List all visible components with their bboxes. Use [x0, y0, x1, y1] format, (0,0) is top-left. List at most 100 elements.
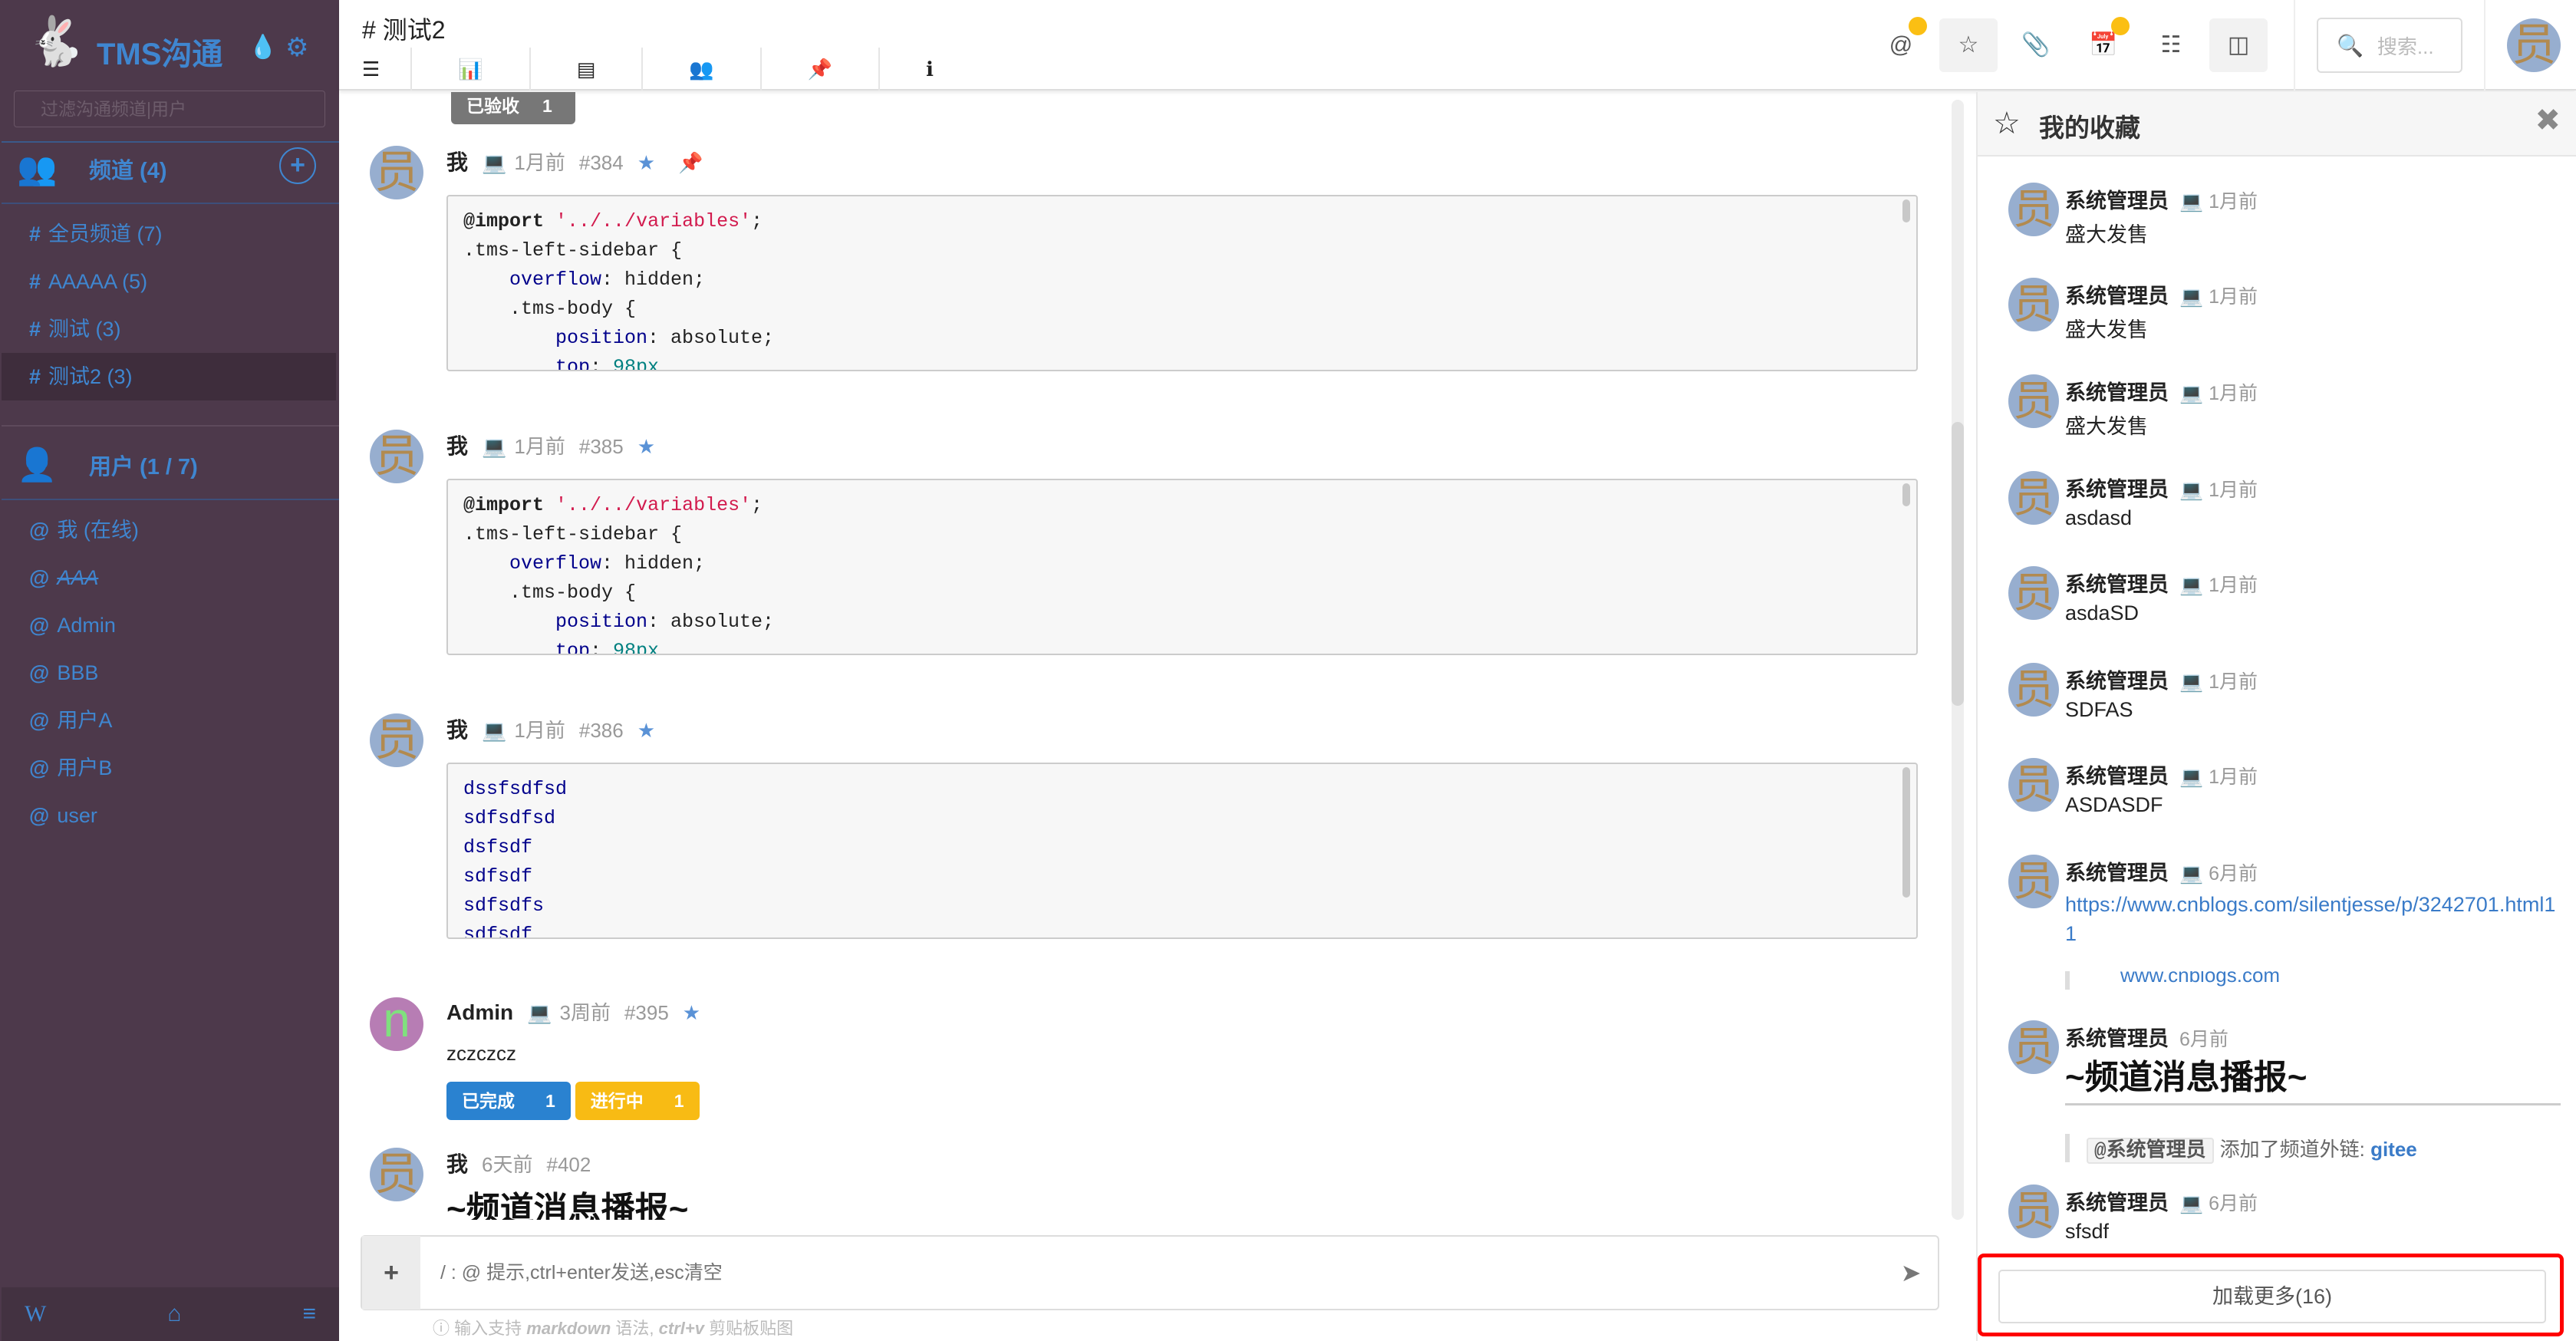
avatar[interactable]: 员: [2008, 278, 2059, 331]
laptop-icon: 💻: [482, 719, 507, 742]
favorites-panel: ☆ 我的收藏 ✖ 员系统管理员 💻 1月前 盛大发售 员系统管理员 💻 1月前 盛大发售…: [1976, 92, 2576, 1341]
laptop-icon: 💻: [2179, 479, 2209, 501]
search-input[interactable]: 🔍 搜索...: [2317, 18, 2462, 73]
members-icon[interactable]: 👥: [643, 48, 762, 91]
users-group-icon: 👥: [17, 150, 58, 186]
message-list: 已验收 1 员 我 💻 1月前 #384 ★ 📌 @import '../../variab…: [339, 92, 1964, 1220]
user-item[interactable]: @ 用户B: [2, 744, 336, 792]
divider: [2, 203, 339, 204]
home-icon[interactable]: ⌂: [167, 1301, 181, 1327]
avatar[interactable]: 员: [2008, 855, 2059, 908]
laptop-icon: 💻: [2179, 766, 2209, 788]
user-item[interactable]: @ 我 (在线): [2, 506, 336, 554]
user-avatar[interactable]: 员: [2507, 18, 2561, 72]
menu-icon[interactable]: ☰: [353, 48, 413, 91]
message-text: zczczcz: [446, 1042, 516, 1065]
notification-dot: [2111, 17, 2130, 35]
user-item[interactable]: @ 用户A: [2, 697, 336, 744]
user-item[interactable]: @ Admin: [2, 601, 336, 649]
close-icon[interactable]: ✖: [2535, 103, 2561, 138]
avatar[interactable]: 员: [2008, 183, 2059, 236]
avatar[interactable]: 员: [370, 1148, 423, 1201]
laptop-icon: 💻: [2179, 191, 2209, 213]
star-filled-icon[interactable]: ★: [683, 1001, 700, 1024]
users-section-header[interactable]: 👤 用户 (1 / 7): [0, 434, 339, 496]
list-button[interactable]: ☷: [2142, 18, 2200, 72]
left-sidebar: 🐇 TMS沟通 💧 ⚙ 过滤沟通频道|用户 👥 频道 (4) + # 全员频道 (…: [0, 0, 339, 1341]
composer-hint: ⓘ 输入支持 markdown 语法, ctrl+v 剪贴板贴图: [433, 1319, 794, 1338]
link-preview[interactable]: www.cnblogs.com: [2065, 971, 2556, 990]
message-scrollbar[interactable]: [1952, 100, 1964, 1220]
scrollbar-thumb[interactable]: [1952, 422, 1964, 706]
sidebar-footer: W ⌂ ≡: [2, 1287, 339, 1341]
attachments-button[interactable]: 📎: [2007, 18, 2065, 72]
paperclip-icon: 📎: [2021, 32, 2051, 58]
info-icon[interactable]: ℹ: [880, 48, 980, 91]
at-icon: @: [1889, 32, 1913, 58]
scrollbar[interactable]: [1902, 483, 1910, 506]
add-channel-button[interactable]: +: [279, 147, 316, 184]
channel-item[interactable]: # 测试 (3): [2, 305, 336, 353]
avatar[interactable]: 员: [370, 430, 423, 483]
load-more-button[interactable]: 加载更多(16): [1998, 1270, 2546, 1323]
header-actions: @ ☆ 📎 📅 ☷ ◫ 🔍 搜索... 员: [1867, 0, 2576, 91]
favorites-title: 我的收藏: [2039, 114, 2140, 142]
channel-item[interactable]: # 全员频道 (7): [2, 210, 336, 258]
laptop-icon: 💻: [2179, 1193, 2209, 1214]
code-block: @import '../../variables'; .tms-left-sid…: [446, 195, 1918, 371]
laptop-icon: 💻: [482, 151, 507, 174]
calendar-icon: 📅: [2089, 32, 2118, 58]
tag-in-progress[interactable]: 进行中 1: [575, 1082, 700, 1120]
avatar[interactable]: 员: [2008, 663, 2059, 717]
avatar[interactable]: 员: [2008, 566, 2059, 620]
avatar[interactable]: 员: [370, 713, 423, 767]
send-icon[interactable]: ➤: [1884, 1258, 1938, 1287]
split-view-button[interactable]: ◫: [2209, 18, 2268, 72]
scrollbar[interactable]: [1902, 767, 1910, 898]
avatar[interactable]: n: [370, 997, 423, 1051]
server-list-icon[interactable]: ▤: [531, 48, 644, 91]
channel-item[interactable]: # AAAAA (5): [2, 258, 336, 305]
message-header: Admin 💻 3周前 #395 ★: [446, 1000, 701, 1024]
message-input[interactable]: [420, 1238, 1884, 1307]
tag-done[interactable]: 已完成 1: [446, 1082, 571, 1120]
channel-filter-input[interactable]: 过滤沟通频道|用户: [14, 91, 325, 127]
status-tag[interactable]: 已验收 1: [451, 92, 575, 124]
avatar[interactable]: 员: [2008, 374, 2059, 428]
star-filled-icon[interactable]: ★: [637, 151, 655, 174]
avatar[interactable]: 员: [2008, 758, 2059, 812]
user-item[interactable]: @ user: [2, 792, 336, 839]
add-attachment-button[interactable]: +: [362, 1236, 420, 1310]
bar-chart-icon[interactable]: 📊: [412, 48, 531, 91]
scrollbar[interactable]: [1902, 199, 1910, 222]
code-block: dssfsdfsd sdfsdfsd dsfsdf sdfsdf sdfsdfs…: [446, 763, 1918, 939]
channels-section-header[interactable]: 👥 频道 (4) +: [0, 138, 339, 199]
star-filled-icon[interactable]: ★: [637, 719, 655, 742]
divider: [2294, 0, 2295, 91]
wiki-icon[interactable]: W: [25, 1301, 46, 1327]
avatar[interactable]: 员: [2008, 1020, 2059, 1074]
favorites-header: ☆ 我的收藏 ✖: [1978, 92, 2576, 157]
menu-icon[interactable]: ≡: [302, 1301, 316, 1327]
calendar-button[interactable]: 📅: [2074, 17, 2133, 72]
laptop-icon: 💻: [2179, 575, 2209, 596]
notification-dot: [1909, 17, 1927, 35]
favorites-button[interactable]: ☆: [1939, 18, 1998, 72]
message-composer: + ➤: [361, 1235, 1939, 1310]
star-filled-icon[interactable]: ★: [637, 435, 655, 458]
settings-gear-icon[interactable]: ⚙: [285, 32, 308, 63]
channel-item-active[interactable]: # 测试2 (3): [2, 353, 336, 400]
user-item[interactable]: @ BBB: [2, 649, 336, 697]
pin-icon[interactable]: 📌: [678, 151, 703, 174]
message-heading: ~频道消息播报~: [446, 1181, 1918, 1220]
pin-icon[interactable]: 📌: [762, 48, 881, 91]
theme-drop-icon[interactable]: 💧: [249, 34, 277, 61]
avatar[interactable]: 员: [2008, 1184, 2059, 1238]
user-item-disabled[interactable]: @ AAA: [2, 554, 336, 601]
users-header-label: 用户 (1 / 7): [89, 455, 198, 479]
avatar[interactable]: 员: [370, 146, 423, 199]
code-block: @import '../../variables'; .tms-left-sid…: [446, 479, 1918, 655]
avatar[interactable]: 员: [2008, 471, 2059, 525]
favorite-link[interactable]: https://www.cnblogs.com/silentjesse/p/32…: [2065, 890, 2556, 948]
mentions-button[interactable]: @: [1872, 17, 1930, 72]
